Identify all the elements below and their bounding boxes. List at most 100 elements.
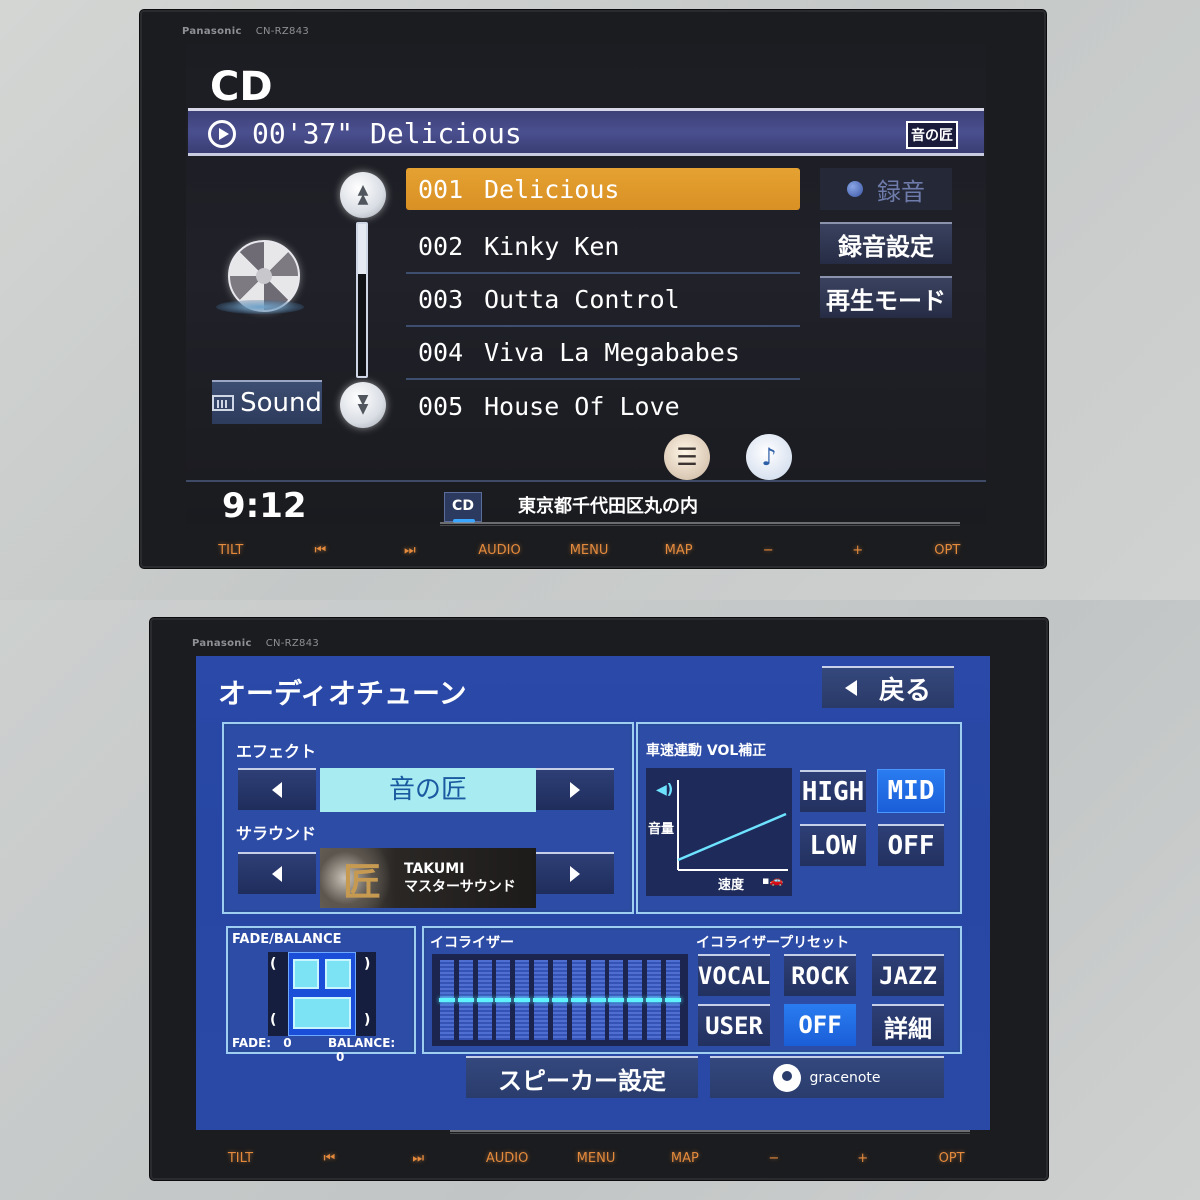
hw-option-button[interactable]: OPT	[907, 1151, 996, 1166]
hw-next-track-button[interactable]: ⏭	[365, 543, 455, 558]
double-chevron-down-icon: ▼ ▼	[357, 392, 369, 417]
surround-next-button[interactable]	[536, 852, 614, 894]
track-title: Delicious	[484, 174, 620, 204]
page-title: オーディオチューン	[218, 677, 467, 710]
vol-option-mid[interactable]: MID	[878, 770, 944, 812]
hw-volume-up-button[interactable]: +	[818, 1151, 907, 1166]
effect-badge: 音の匠	[906, 121, 958, 149]
track-row[interactable]: 004 Viva La Megababes	[406, 327, 800, 380]
hw-audio-button[interactable]: AUDIO	[455, 543, 545, 558]
play-mode-button[interactable]: 再生モード	[820, 276, 952, 318]
sound-button[interactable]: Sound	[212, 380, 322, 424]
record-indicator-icon	[847, 181, 863, 197]
eq-band[interactable]	[495, 960, 512, 1040]
vol-option-low[interactable]: LOW	[800, 824, 866, 866]
hw-volume-down-button[interactable]: −	[729, 1151, 818, 1166]
preset-off[interactable]: OFF	[784, 1004, 856, 1046]
list-icon[interactable]: ☰	[664, 434, 710, 480]
back-arrow-icon	[844, 680, 857, 696]
vol-option-off[interactable]: OFF	[878, 824, 944, 866]
hw-option-button[interactable]: OPT	[903, 543, 993, 558]
scroll-down-button[interactable]: ▼ ▼	[340, 382, 386, 428]
hw-volume-down-button[interactable]: −	[723, 543, 813, 558]
record-button[interactable]: 録音	[820, 168, 952, 210]
hw-next-track-button[interactable]: ⏭	[374, 1151, 463, 1166]
eq-band-level	[476, 998, 493, 1002]
gracenote-label: gracenote	[809, 1070, 881, 1086]
preset-details[interactable]: 詳細	[872, 1004, 944, 1046]
track-row[interactable]: 005 House Of Love	[406, 380, 800, 433]
eq-band[interactable]	[476, 960, 493, 1040]
track-row[interactable]: 001 Delicious	[406, 168, 800, 210]
track-title: Kinky Ken	[484, 232, 620, 261]
hw-menu-button[interactable]: MENU	[552, 1151, 641, 1166]
track-row[interactable]: 002 Kinky Ken	[406, 221, 800, 274]
preset-user[interactable]: USER	[698, 1004, 770, 1046]
eq-band[interactable]	[627, 960, 644, 1040]
preset-vocal[interactable]: VOCAL	[698, 954, 770, 996]
effect-next-button[interactable]	[536, 768, 614, 810]
effect-surround-panel: エフェクト 音の匠 サラウンド 匠 TAKUMI マスターサウンド	[222, 722, 634, 914]
eq-band[interactable]	[589, 960, 606, 1040]
equalizer-bands[interactable]	[432, 954, 688, 1046]
effect-label: エフェクト	[236, 742, 317, 761]
preset-rock[interactable]: ROCK	[784, 954, 856, 996]
gracenote-button[interactable]: gracenote	[710, 1056, 944, 1098]
hardware-button-bar: TILT ⏮ ⏭ AUDIO MENU MAP − + OPT	[186, 530, 992, 570]
hw-map-button[interactable]: MAP	[634, 543, 724, 558]
record-settings-button[interactable]: 録音設定	[820, 222, 952, 264]
seat-front-left	[293, 959, 319, 989]
current-location: 東京都千代田区丸の内	[518, 496, 698, 517]
back-button[interactable]: 戻る	[822, 666, 954, 708]
speaker-rear-right-icon: )	[364, 1012, 371, 1028]
scrollbar-thumb[interactable]	[358, 224, 366, 275]
eq-band[interactable]	[457, 960, 474, 1040]
fade-balance-grid[interactable]: ( ) ( )	[268, 952, 376, 1036]
eq-band[interactable]	[608, 960, 625, 1040]
surround-prev-button[interactable]	[238, 852, 316, 894]
hw-previous-track-button[interactable]: ⏮	[285, 1151, 374, 1166]
hw-tilt-button[interactable]: TILT	[186, 543, 276, 558]
hw-menu-button[interactable]: MENU	[544, 543, 634, 558]
hw-volume-up-button[interactable]: +	[813, 543, 903, 558]
arrow-right-icon	[570, 782, 580, 798]
model-name: CN-RZ843	[265, 638, 320, 649]
preset-jazz[interactable]: JAZZ	[872, 954, 944, 996]
speaker-settings-button[interactable]: スピーカー設定	[466, 1056, 698, 1098]
hw-previous-track-button[interactable]: ⏮	[276, 543, 366, 558]
brand-label: Panasonic CN-RZ843	[182, 26, 309, 37]
track-list: 001 Delicious 002 Kinky Ken 003 Outta Co…	[406, 168, 800, 433]
y-axis-label: 音量	[648, 822, 675, 837]
vol-option-high[interactable]: HIGH	[800, 770, 866, 812]
speed-volume-label: 車速連動 VOL補正	[646, 743, 767, 759]
speaker-front-left-icon: (	[270, 956, 277, 972]
scroll-up-button[interactable]: ▲ ▲	[340, 172, 386, 218]
eq-band-level	[646, 998, 663, 1002]
seat-front-right	[325, 959, 351, 989]
track-row[interactable]: 003 Outta Control	[406, 274, 800, 327]
eq-band[interactable]	[664, 960, 681, 1040]
eq-band[interactable]	[646, 960, 663, 1040]
eq-band-level	[589, 998, 606, 1002]
eq-band-level	[495, 998, 512, 1002]
hw-tilt-button[interactable]: TILT	[196, 1151, 285, 1166]
eq-band[interactable]	[570, 960, 587, 1040]
hw-audio-button[interactable]: AUDIO	[463, 1151, 552, 1166]
source-badge[interactable]: CD	[444, 492, 482, 523]
eq-band-level	[551, 998, 568, 1002]
eq-band[interactable]	[551, 960, 568, 1040]
eq-band[interactable]	[533, 960, 550, 1040]
equalizer-icon	[212, 395, 235, 411]
arrow-right-icon	[570, 866, 580, 882]
equalizer-label: イコライザー	[430, 935, 514, 951]
scrollbar[interactable]	[356, 222, 368, 378]
eq-band-level	[664, 998, 681, 1002]
eq-band[interactable]	[439, 960, 455, 1040]
fade-balance-panel[interactable]: FADE/BALANCE ( ) ( ) FADE: 0 BALANCE: 0	[226, 926, 416, 1064]
eq-band[interactable]	[514, 960, 531, 1040]
track-title: Outta Control	[484, 285, 680, 314]
back-button-label: 戻る	[878, 675, 931, 706]
effect-prev-button[interactable]	[238, 768, 316, 810]
hw-map-button[interactable]: MAP	[640, 1151, 729, 1166]
music-note-icon[interactable]: ♪	[746, 434, 792, 480]
